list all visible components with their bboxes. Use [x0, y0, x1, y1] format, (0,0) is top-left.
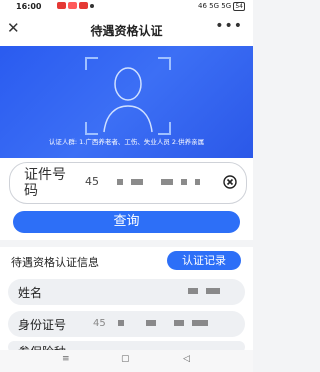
status-bar: 16:00 46 5G 5G 54 — [0, 0, 253, 13]
masked-digit — [160, 179, 173, 185]
masked-digit — [145, 320, 156, 326]
masked-digit — [117, 320, 124, 326]
status-indicators: 46 5G 5G 54 — [198, 2, 245, 11]
query-button[interactable]: 查询 — [13, 211, 240, 233]
menu-icon[interactable]: ≡ — [62, 354, 70, 364]
masked-text — [188, 288, 198, 294]
name-label: 姓名 — [18, 286, 43, 300]
banner-caption: 认证人群: 1.广西养老者、工伤、失业人员 2.供养亲属 — [48, 138, 205, 146]
battery-level: 54 — [235, 3, 243, 10]
more-icon[interactable]: ••• — [215, 18, 243, 34]
face-auth-banner: 认证人群: 1.广西养老者、工伤、失业人员 2.供养亲属 — [0, 46, 253, 158]
title-bar: ✕ 待遇资格认证 ••• — [0, 13, 253, 46]
id-card-text: 45 — [93, 318, 106, 329]
status-app-icons — [57, 2, 94, 9]
masked-digit — [180, 179, 187, 185]
app-notification-icon — [57, 2, 66, 9]
signal-icon: 46 5G 5G — [198, 2, 232, 10]
system-nav-bar: ≡ ▢ ◁ — [0, 350, 253, 372]
app-notification-icon — [79, 2, 88, 9]
masked-digit — [194, 179, 200, 185]
id-number-text: 45 — [85, 175, 99, 188]
app-notification-icon — [68, 2, 77, 9]
id-card-label: 身份证号 — [18, 318, 67, 332]
masked-digit — [130, 179, 143, 185]
auth-record-button[interactable]: 认证记录 — [167, 251, 241, 270]
info-heading: 待遇资格认证信息 — [11, 256, 99, 269]
id-number-field[interactable]: 证件号码 45 — [9, 162, 247, 204]
masked-digit — [173, 320, 184, 326]
back-icon[interactable]: ◁ — [183, 354, 190, 364]
dot-icon — [90, 4, 94, 8]
masked-digit — [191, 320, 208, 326]
home-icon[interactable]: ▢ — [121, 354, 130, 364]
face-scan-icon — [85, 57, 171, 135]
name-value — [188, 286, 228, 297]
id-number-value[interactable]: 45 — [85, 175, 208, 188]
masked-text — [206, 288, 220, 294]
battery-icon: 54 — [233, 2, 245, 11]
id-card-value: 45 — [93, 318, 216, 329]
masked-digit — [116, 179, 123, 185]
status-time: 16:00 — [16, 2, 42, 11]
id-number-label: 证件号码 — [24, 167, 66, 199]
id-card-field: 身份证号 45 — [8, 311, 245, 337]
name-field: 姓名 — [8, 279, 245, 305]
clear-icon[interactable] — [223, 175, 237, 189]
